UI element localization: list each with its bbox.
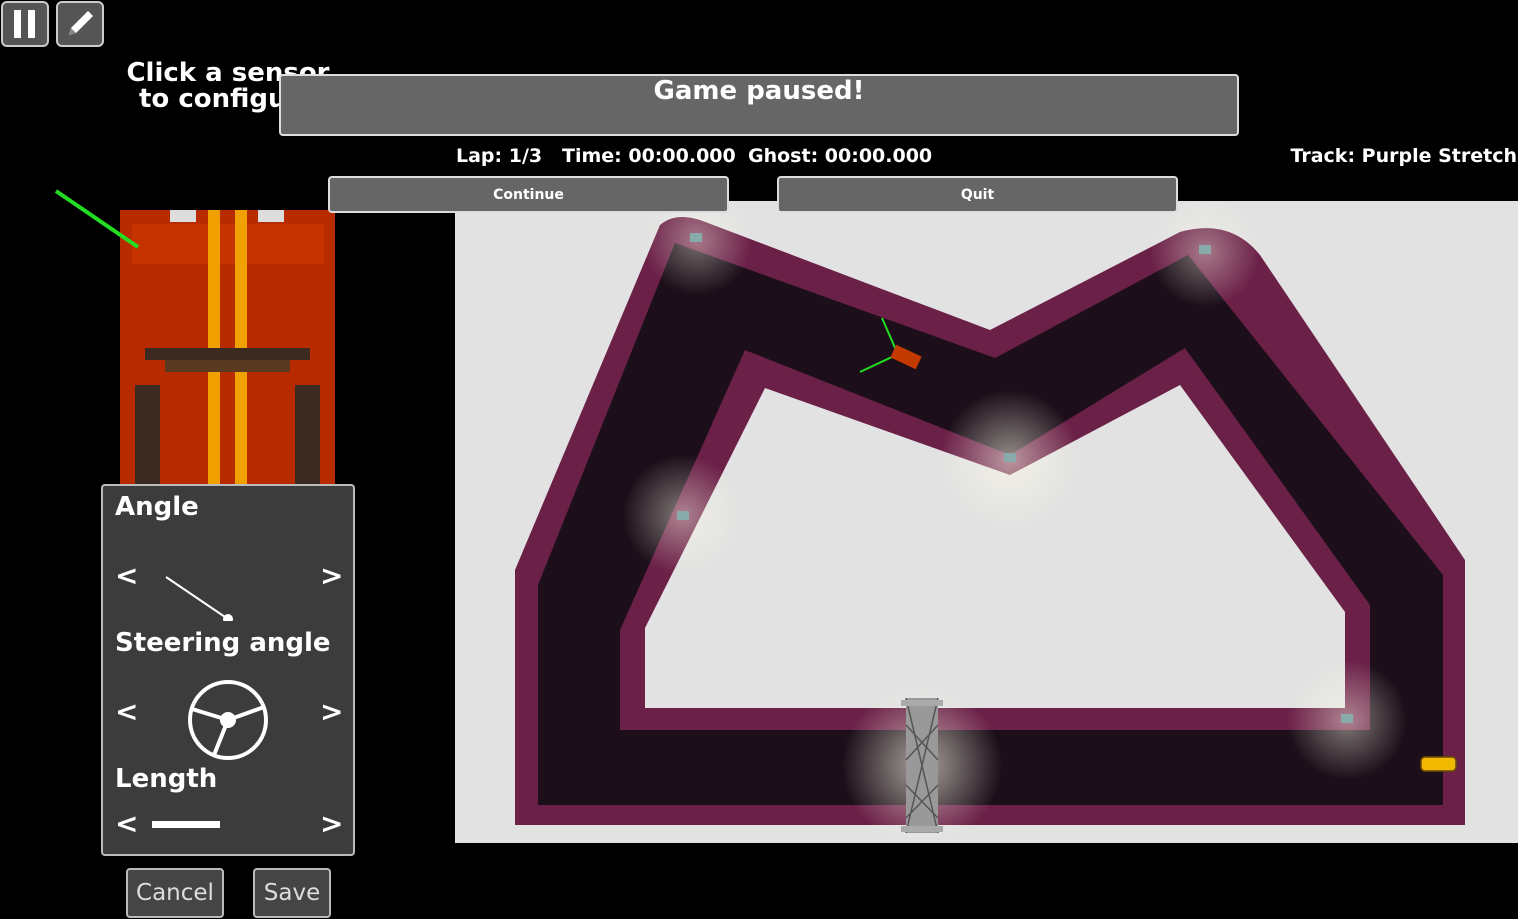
quit-button[interactable]: Quit	[777, 176, 1178, 213]
angle-label: Angle	[115, 492, 199, 522]
pause-title: Game paused!	[653, 76, 865, 106]
save-button[interactable]: Save	[253, 868, 331, 918]
pencil-icon	[69, 11, 93, 35]
cancel-button[interactable]: Cancel	[126, 868, 224, 918]
ghost-car	[1420, 756, 1457, 772]
ghost-time: Ghost: 00:00.000	[748, 145, 933, 167]
pause-dialog: Game paused!	[279, 74, 1239, 136]
car-preview	[54, 189, 335, 490]
steering-next-button[interactable]: >	[320, 698, 343, 726]
angle-indicator-icon	[165, 576, 233, 621]
steering-angle-label: Steering angle	[115, 628, 331, 658]
steering-prev-button[interactable]: <	[115, 698, 138, 726]
angle-next-button[interactable]: >	[320, 562, 343, 590]
start-line	[901, 697, 943, 834]
length-prev-button[interactable]: <	[115, 810, 138, 838]
sensor-config-panel: Angle < > Steering angle < > Length < >	[101, 484, 355, 856]
edit-button[interactable]	[56, 1, 104, 47]
length-next-button[interactable]: >	[320, 810, 343, 838]
continue-button[interactable]: Continue	[328, 176, 729, 213]
length-indicator	[152, 821, 220, 828]
lap-counter: Lap: 1/3	[456, 145, 543, 167]
pause-button[interactable]	[1, 1, 49, 47]
lap-time: Time: 00:00.000	[562, 145, 736, 167]
angle-prev-button[interactable]: <	[115, 562, 138, 590]
race-track	[455, 201, 1518, 843]
track-name: Track: Purple Stretch	[1290, 145, 1517, 167]
steering-wheel-icon	[188, 680, 268, 760]
length-label: Length	[115, 764, 218, 794]
pause-icon	[14, 10, 35, 38]
